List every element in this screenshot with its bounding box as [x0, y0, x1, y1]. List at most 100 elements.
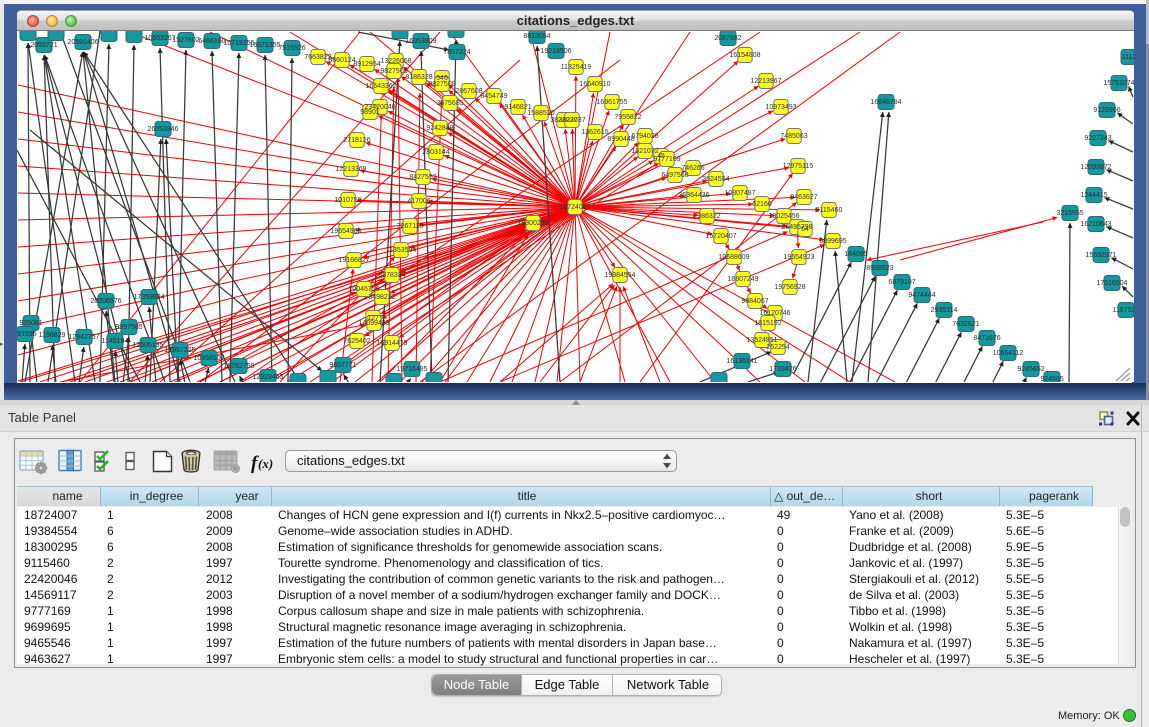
svg-text:13524851: 13524851	[746, 337, 777, 344]
svg-text:2935114: 2935114	[931, 307, 958, 314]
svg-text:12923465: 12923465	[252, 374, 283, 381]
svg-text:1588520: 1588520	[527, 110, 554, 117]
svg-text:10654112: 10654112	[993, 350, 1024, 357]
svg-text:8471676: 8471676	[973, 335, 1000, 342]
svg-text:6497568: 6497568	[661, 172, 688, 179]
svg-text:7857224: 7857224	[443, 49, 470, 56]
svg-text:10025456: 10025456	[768, 213, 799, 220]
svg-text:3215955: 3215955	[1056, 210, 1083, 217]
svg-text:8660124: 8660124	[328, 57, 355, 64]
svg-text:15692971: 15692971	[1085, 252, 1116, 259]
svg-text:13226058: 13226058	[380, 58, 411, 65]
svg-text:12213369: 12213369	[335, 166, 366, 173]
svg-text:20206576: 20206576	[90, 298, 121, 305]
svg-text:7955812: 7955812	[614, 114, 641, 121]
svg-text:8454749: 8454749	[480, 93, 507, 100]
svg-text:12093872: 12093872	[1080, 164, 1111, 171]
svg-text:15720407: 15720407	[705, 233, 736, 240]
svg-text:11325419: 11325419	[561, 64, 592, 71]
svg-text:17359924: 17359924	[133, 294, 164, 301]
svg-text:98901: 98901	[360, 109, 380, 116]
svg-text:3498222: 3498222	[368, 294, 395, 301]
svg-text:18724007: 18724007	[559, 204, 590, 211]
svg-text:18807249: 18807249	[727, 276, 758, 283]
svg-text:12213967: 12213967	[750, 78, 781, 85]
svg-text:1733426: 1733426	[769, 366, 796, 373]
svg-text:17016504: 17016504	[1096, 280, 1127, 287]
svg-text:16914479: 16914479	[376, 340, 407, 347]
svg-text:12975115: 12975115	[783, 163, 814, 170]
svg-text:(x): (x)	[258, 456, 273, 471]
svg-text:2867608: 2867608	[455, 88, 482, 95]
svg-text:9463627: 9463627	[790, 194, 817, 201]
svg-text:26364436: 26364436	[678, 192, 709, 199]
svg-text:1527602: 1527602	[172, 37, 199, 44]
svg-text:3675685: 3675685	[436, 100, 463, 107]
svg-text:252254: 252254	[766, 344, 789, 351]
svg-text:9129966: 9129966	[1093, 107, 1120, 114]
svg-text:20691406: 20691406	[67, 39, 98, 46]
svg-text:1167533: 1167533	[1113, 307, 1134, 314]
svg-text:12505135: 12505135	[132, 342, 163, 349]
svg-text:924565: 924565	[1040, 376, 1063, 382]
svg-text:6899695: 6899695	[819, 238, 846, 245]
svg-text:16782759: 16782759	[223, 363, 254, 370]
svg-text:16961755: 16961755	[596, 99, 627, 106]
svg-text:14099489: 14099489	[358, 320, 389, 327]
svg-text:17957225: 17957225	[164, 347, 195, 354]
svg-text:10046756: 10046756	[348, 286, 379, 293]
svg-text:164095: 164095	[844, 251, 867, 258]
svg-text:16648784: 16648784	[870, 99, 901, 106]
svg-text:7625402: 7625402	[343, 338, 370, 345]
svg-text:10688609: 10688609	[718, 254, 749, 261]
svg-text:15751074: 15751074	[1103, 80, 1134, 87]
svg-text:26053346: 26053346	[147, 126, 178, 133]
svg-text:7515526: 7515526	[278, 45, 305, 52]
svg-text:1615192: 1615192	[754, 320, 781, 327]
svg-text:391595: 391595	[17, 331, 37, 338]
svg-text:1010755: 1010755	[334, 197, 361, 204]
svg-text:19384554: 19384554	[604, 272, 635, 279]
svg-text:3267110: 3267110	[397, 223, 424, 230]
svg-text:16543362: 16543362	[365, 83, 396, 90]
svg-text:1112: 1112	[1122, 54, 1134, 61]
svg-text:2803144: 2803144	[422, 149, 449, 156]
svg-text:935061: 935061	[19, 320, 42, 327]
svg-text:8958923: 8958923	[866, 265, 893, 272]
svg-text:16671355: 16671355	[249, 42, 280, 49]
svg-text:8813054: 8813054	[523, 33, 550, 40]
svg-text:9827508: 9827508	[428, 81, 455, 88]
svg-text:2055721: 2055721	[30, 42, 57, 49]
svg-text:6794028: 6794028	[631, 133, 658, 140]
svg-text:19166827: 19166827	[338, 257, 369, 264]
svg-text:8878334: 8878334	[378, 272, 405, 279]
svg-text:1621072: 1621072	[631, 148, 658, 155]
svg-text:417006: 417006	[407, 198, 430, 205]
svg-text:6879197: 6879197	[888, 279, 915, 286]
svg-text:9657771: 9657771	[329, 362, 356, 369]
svg-text:7632621: 7632621	[952, 321, 979, 328]
svg-text:11353594: 11353594	[386, 247, 417, 254]
svg-text:10973493: 10973493	[765, 104, 796, 111]
svg-text:1156829: 1156829	[39, 332, 66, 339]
svg-text:3822037: 3822037	[558, 117, 585, 124]
svg-text:8427552: 8427552	[409, 174, 436, 181]
svg-text:9684067: 9684067	[741, 298, 768, 305]
svg-text:9997585: 9997585	[115, 324, 142, 331]
svg-text:8186328: 8186328	[405, 74, 432, 81]
svg-text:9242848: 9242848	[426, 125, 453, 132]
svg-text:1362615: 1362615	[581, 129, 608, 136]
svg-text:16640910: 16640910	[579, 81, 610, 88]
svg-text:64: 64	[801, 226, 809, 233]
svg-text:9474444: 9474444	[908, 292, 935, 299]
svg-text:9245652: 9245652	[1017, 366, 1044, 373]
svg-text:16210643: 16210643	[1080, 221, 1111, 228]
svg-text:7986322: 7986322	[693, 213, 720, 220]
svg-text:19716485: 19716485	[396, 366, 427, 373]
svg-text:19654923: 19654923	[783, 254, 814, 261]
svg-text:746266: 746266	[681, 165, 704, 172]
svg-text:9827505: 9827505	[380, 68, 407, 75]
svg-text:19756928: 19756928	[774, 284, 805, 291]
svg-text:7485063: 7485063	[780, 133, 807, 140]
svg-text:16154808: 16154808	[729, 52, 760, 59]
